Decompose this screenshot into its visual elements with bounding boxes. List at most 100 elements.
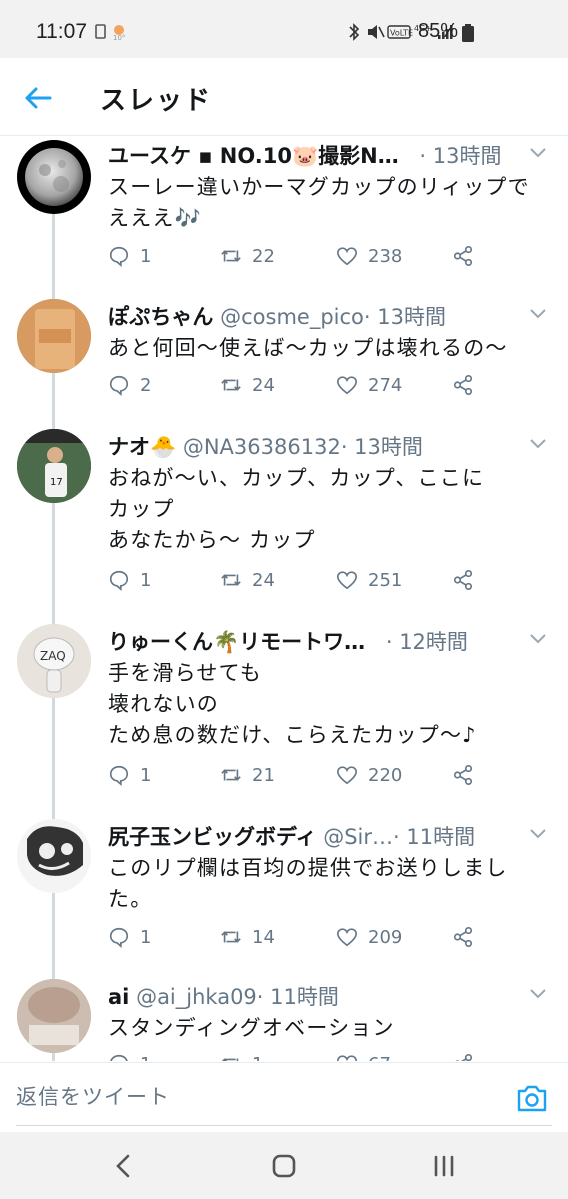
chevron-down-icon[interactable] [528, 632, 548, 646]
svg-text:10°: 10° [113, 34, 125, 41]
chevron-down-icon[interactable] [528, 437, 548, 451]
like-button[interactable]: 251 [336, 567, 402, 593]
retweet-icon [221, 931, 241, 943]
display-name[interactable]: ai [108, 985, 129, 1009]
timestamp: · 12時間 [385, 630, 468, 654]
retweet-icon [221, 1058, 239, 1061]
reply-button[interactable]: 1 [108, 567, 151, 593]
tweet[interactable]: 尻子玉ンビッグボディ @Sir…· 11時間 このリプ欄は百均の提供でお送りしま… [0, 819, 568, 969]
nav-home-icon[interactable] [268, 1150, 300, 1182]
chevron-down-icon[interactable] [528, 146, 548, 160]
nav-recents-icon[interactable] [428, 1150, 460, 1182]
display-name[interactable]: ナオ🐣 [108, 435, 176, 459]
reply-button[interactable]: 1 [108, 924, 151, 950]
heart-icon [337, 1055, 357, 1061]
avatar-baseball[interactable]: 17 [17, 429, 91, 503]
display-name[interactable]: 尻子玉ンビッグボディ [108, 825, 317, 849]
timestamp: · 13時間 [419, 144, 502, 168]
timestamp: · 11時間 [256, 985, 339, 1009]
reply-input-underline [16, 1125, 552, 1126]
tweet-text: スタンディングオベーション [108, 1016, 395, 1040]
share-button[interactable] [452, 924, 474, 950]
battery-icon [462, 24, 474, 42]
handle: @NA36386132 [182, 435, 341, 459]
tweet-text: 手を滑らせても 壊れないの ため息の数だけ、こらえたカップ～♪ [108, 661, 477, 747]
speech-bubble-icon [109, 375, 129, 396]
timestamp: · 11時間 [393, 825, 476, 849]
avatar-moon[interactable] [17, 140, 91, 214]
display-name[interactable]: ユースケ ▪ NO.10🐷撮影N… [108, 144, 399, 168]
retweet-button[interactable]: 22 [220, 243, 275, 269]
retweet-button[interactable]: 21 [220, 762, 275, 788]
handle: @ai_jhka09 [136, 985, 257, 1009]
retweet-count: 21 [252, 764, 275, 786]
mute-icon [368, 25, 377, 39]
retweet-icon [221, 379, 241, 391]
speech-bubble-icon [109, 246, 129, 267]
share-icon [453, 375, 473, 395]
tweet[interactable]: ai @ai_jhka09· 11時間 スタンディングオベーション 1 1 67 [0, 979, 568, 1061]
chevron-down-icon[interactable] [528, 827, 548, 841]
thread-timeline[interactable]: ユースケ ▪ NO.10🐷撮影N… · 13時間 スーレー違いかーマグカップのリ… [0, 137, 568, 1061]
tweet[interactable]: ユースケ ▪ NO.10🐷撮影N… · 13時間 スーレー違いかーマグカップのリ… [0, 137, 568, 292]
retweet-button[interactable]: 1 [220, 1051, 263, 1061]
retweet-count: 1 [252, 1054, 263, 1062]
heart-icon [337, 247, 357, 266]
heart-icon [337, 928, 357, 947]
share-button[interactable] [452, 1051, 474, 1061]
like-button[interactable]: 238 [336, 243, 402, 269]
reply-button[interactable]: 2 [108, 372, 151, 398]
tweet-actions: 1 21 220 [108, 762, 488, 788]
system-navigation-bar [0, 1132, 568, 1199]
speech-bubble-icon [109, 765, 129, 786]
tweet[interactable]: ぽぷちゃん @cosme_pico· 13時間 あと何回～使えば～カップは壊れる… [0, 299, 568, 419]
avatar-photo[interactable] [17, 979, 91, 1053]
speech-bubble-icon [110, 1054, 128, 1061]
avatar-figure[interactable]: ZAQ [17, 624, 91, 698]
reply-count: 1 [140, 245, 152, 267]
share-icon [453, 927, 473, 947]
handle: @Sir… [323, 825, 394, 849]
tweet-actions: 1 1 67 [108, 1051, 488, 1061]
camera-icon[interactable] [516, 1083, 548, 1113]
notification-icons: 10° [95, 23, 139, 45]
share-button[interactable] [452, 243, 474, 269]
share-button[interactable] [452, 567, 474, 593]
reply-button[interactable]: 1 [108, 762, 151, 788]
like-button[interactable]: 274 [336, 372, 402, 398]
sim-icon: 10° [95, 24, 125, 42]
avatar-drink[interactable] [17, 299, 91, 373]
speech-bubble-icon [109, 927, 129, 948]
share-icon [455, 1054, 473, 1061]
reply-count: 1 [140, 569, 152, 591]
tweet[interactable]: 17 ナオ🐣 @NA36386132· 13時間 おねが～い、カップ、カップ、こ… [0, 429, 568, 614]
display-name[interactable]: ぽぷちゃん [108, 305, 213, 329]
reply-input[interactable]: 返信をツイート [16, 1071, 496, 1123]
nav-back-icon[interactable] [108, 1150, 140, 1182]
reply-button[interactable]: 1 [108, 1051, 151, 1061]
share-button[interactable] [452, 762, 474, 788]
retweet-button[interactable]: 24 [220, 567, 275, 593]
display-name[interactable]: りゅーくん🌴リモートワ… [108, 630, 365, 654]
reply-count: 1 [140, 1054, 151, 1062]
tweet-actions: 1 14 209 [108, 924, 488, 950]
speech-bubble-icon [109, 570, 129, 591]
like-button[interactable]: 209 [336, 924, 402, 950]
like-button[interactable]: 220 [336, 762, 402, 788]
avatar-character[interactable] [17, 819, 91, 893]
like-count: 274 [368, 374, 403, 396]
tweet-text: あと何回～使えば～カップは壊れるの～ [108, 336, 508, 360]
tweet[interactable]: ZAQ りゅーくん🌴リモートワ… · 12時間 手を滑らせても 壊れないの ため… [0, 624, 568, 809]
reply-button[interactable]: 1 [108, 243, 151, 269]
like-button[interactable]: 67 [336, 1051, 391, 1061]
retweet-button[interactable]: 24 [220, 372, 275, 398]
reply-count: 1 [140, 764, 152, 786]
reply-composer-bar: 返信をツイート [0, 1062, 568, 1132]
chevron-down-icon[interactable] [528, 307, 548, 321]
like-count: 67 [368, 1054, 391, 1062]
share-button[interactable] [452, 372, 474, 398]
chevron-down-icon[interactable] [528, 987, 548, 1001]
retweet-button[interactable]: 14 [220, 924, 275, 950]
like-count: 220 [368, 764, 403, 786]
back-arrow-icon[interactable] [22, 82, 54, 114]
